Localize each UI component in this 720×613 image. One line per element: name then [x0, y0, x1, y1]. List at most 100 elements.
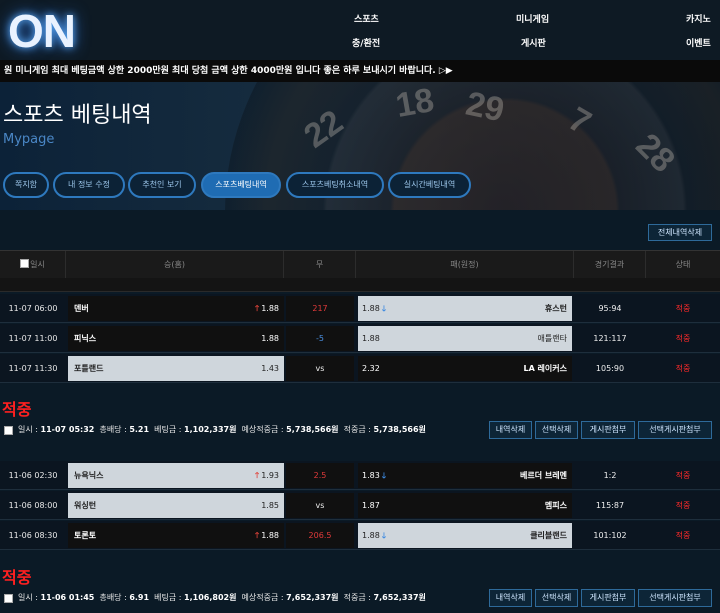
slip-checkbox[interactable]	[4, 594, 13, 603]
slip-summary-text: 일시 : 11-06 01:45 총배당 : 6.91 베팅금 : 1,106,…	[18, 593, 426, 602]
home-bet-cell[interactable]: 덴버 🡑 1.88	[68, 296, 284, 321]
table-row: 11-06 02:30 뉴욕닉스 🡑 1.93 2.5 1.83 🡓 베르더 브레멘 1…	[0, 461, 720, 490]
home-bet-cell[interactable]: 포틀랜드 1.43	[68, 356, 284, 381]
page-subtitle: Mypage	[3, 132, 55, 147]
table-row: 11-06 08:00 워싱턴 1.85 vs 1.87 멤피스 115:87 적중	[0, 491, 720, 520]
odds-up-icon: 🡑	[255, 304, 260, 313]
delete-slip-button[interactable]: 내역삭제	[489, 589, 532, 607]
match-time: 11-07 11:30	[8, 364, 58, 373]
away-odds: 2.32	[362, 364, 380, 373]
home-bet-cell[interactable]: 피닉스 1.88	[68, 326, 284, 351]
away-team: 베르더 브레멘	[520, 471, 567, 480]
tab-referrals[interactable]: 추천인 보기	[128, 172, 196, 198]
tab-sports-bet-history[interactable]: 스포츠베팅내역	[201, 172, 281, 198]
away-odds: 1.88	[362, 531, 380, 540]
handicap-cell[interactable]: -5	[286, 326, 354, 351]
tab-live-bet-history[interactable]: 실시간베팅내역	[388, 172, 471, 198]
home-team: 포틀랜드	[74, 364, 104, 373]
status-badge: 적중	[675, 364, 691, 373]
hero-banner: 22 18 29 7 28 스포츠 베팅내역 Mypage 쪽지함 내 정보 수…	[0, 82, 720, 210]
home-odds: 1.88	[261, 531, 279, 540]
home-team: 토론토	[74, 531, 97, 540]
page-title: 스포츠 베팅내역	[3, 103, 152, 128]
tab-edit-profile[interactable]: 내 정보 수정	[53, 172, 125, 198]
attach-selected-board-button[interactable]: 선택게시판첨부	[638, 421, 712, 439]
match-score: 1:2	[603, 471, 617, 480]
handicap-cell[interactable]: 217	[286, 296, 354, 321]
match-time: 11-06 08:30	[8, 531, 58, 540]
slip-summary-text: 일시 : 11-07 05:32 총배당 : 5.21 베팅금 : 1,102,…	[18, 425, 426, 434]
tab-messages[interactable]: 쪽지함	[3, 172, 49, 198]
home-odds: 1.43	[261, 364, 279, 373]
away-bet-cell[interactable]: 1.88 🡓 클리블랜드	[358, 523, 572, 548]
status-badge: 적중	[675, 471, 691, 480]
away-bet-cell[interactable]: 2.32 LA 레이커스	[358, 356, 572, 381]
table-row: 11-07 11:30 포틀랜드 1.43 vs 2.32 LA 레이커스 105:…	[0, 354, 720, 383]
brand-logo[interactable]: ON	[8, 4, 76, 58]
home-odds: 1.85	[261, 501, 279, 510]
select-all-checkbox[interactable]	[20, 259, 30, 268]
match-time: 11-07 06:00	[8, 304, 58, 313]
home-team: 워싱턴	[74, 501, 97, 510]
odds-up-icon: 🡑	[255, 531, 260, 540]
nav-minigame[interactable]: 미니게임	[516, 12, 549, 25]
home-bet-cell[interactable]: 토론토 🡑 1.88	[68, 523, 284, 548]
delete-slip-button[interactable]: 내역삭제	[489, 421, 532, 439]
status-badge: 적중	[675, 501, 691, 510]
away-odds: 1.88	[362, 334, 380, 343]
attach-selected-board-button[interactable]: 선택게시판첨부	[638, 589, 712, 607]
header-draw: 무	[284, 251, 356, 279]
match-time: 11-06 08:00	[8, 501, 58, 510]
home-bet-cell[interactable]: 뉴욕닉스 🡑 1.93	[68, 463, 284, 488]
away-team: 휴스턴	[544, 304, 567, 313]
match-score: 105:90	[595, 364, 625, 373]
tab-sports-bet-cancel[interactable]: 스포츠베팅취소내역	[286, 172, 384, 198]
nav-charge[interactable]: 충/환전	[352, 36, 380, 49]
home-odds: 1.88	[261, 304, 279, 313]
slip-result: 적중	[2, 400, 32, 419]
header-lose: 패(원정)	[356, 251, 574, 279]
handicap-cell[interactable]: 2.5	[286, 463, 354, 488]
match-time: 11-07 11:00	[8, 334, 58, 343]
wheel-number: 29	[462, 84, 508, 130]
nav-board[interactable]: 게시판	[521, 36, 546, 49]
slip-summary: 일시 : 11-06 01:45 총배당 : 6.91 베팅금 : 1,106,…	[0, 588, 720, 610]
draw-cell[interactable]: vs	[286, 356, 354, 381]
top-nav: ON 스포츠 미니게임 카지노 충/환전 게시판 이벤트	[0, 0, 720, 60]
away-bet-cell[interactable]: 1.83 🡓 베르더 브레멘	[358, 463, 572, 488]
slip-summary: 일시 : 11-07 05:32 총배당 : 5.21 베팅금 : 1,102,…	[0, 420, 720, 442]
status-badge: 적중	[675, 531, 691, 540]
away-odds: 1.87	[362, 501, 380, 510]
header-status: 상태	[675, 260, 691, 269]
header-divider	[0, 278, 720, 292]
notice-ticker: 원 미니게임 최대 베팅금액 상한 2000만원 최대 당첨 금액 상한 400…	[0, 60, 720, 82]
away-odds: 1.88	[362, 304, 380, 313]
delete-selected-button[interactable]: 선택삭제	[535, 421, 578, 439]
nav-sports[interactable]: 스포츠	[354, 12, 379, 25]
match-score: 95:94	[598, 304, 622, 313]
draw-cell[interactable]: vs	[286, 493, 354, 518]
delete-all-button[interactable]: 전체내역삭제	[648, 224, 712, 241]
home-bet-cell[interactable]: 워싱턴 1.85	[68, 493, 284, 518]
header-win: 승(홈)	[66, 251, 284, 279]
handicap-cell[interactable]: 206.5	[286, 523, 354, 548]
odds-down-icon: 🡓	[381, 531, 386, 540]
attach-board-button[interactable]: 게시판첨부	[581, 589, 635, 607]
match-time: 11-06 02:30	[8, 471, 58, 480]
away-bet-cell[interactable]: 1.88 애틀랜타	[358, 326, 572, 351]
away-bet-cell[interactable]: 1.88 🡓 휴스턴	[358, 296, 572, 321]
away-team: LA 레이커스	[523, 364, 567, 373]
table-row: 11-06 08:30 토론토 🡑 1.88 206.5 1.88 🡓 클리블랜드 10…	[0, 521, 720, 550]
slip-checkbox[interactable]	[4, 426, 13, 435]
match-score: 115:87	[595, 501, 625, 510]
nav-casino[interactable]: 카지노	[686, 12, 711, 25]
match-score: 121:117	[593, 334, 627, 343]
attach-board-button[interactable]: 게시판첨부	[581, 421, 635, 439]
table-row: 11-07 11:00 피닉스 1.88 -5 1.88 애틀랜타 121:117 …	[0, 324, 720, 353]
away-bet-cell[interactable]: 1.87 멤피스	[358, 493, 572, 518]
delete-selected-button[interactable]: 선택삭제	[535, 589, 578, 607]
nav-event[interactable]: 이벤트	[686, 36, 711, 49]
status-badge: 적중	[675, 304, 691, 313]
table-row: 11-07 06:00 덴버 🡑 1.88 217 1.88 🡓 휴스턴 95:94 적…	[0, 294, 720, 323]
table-header: 일시 승(홈) 무 패(원정) 경기결과 상태	[0, 250, 720, 279]
